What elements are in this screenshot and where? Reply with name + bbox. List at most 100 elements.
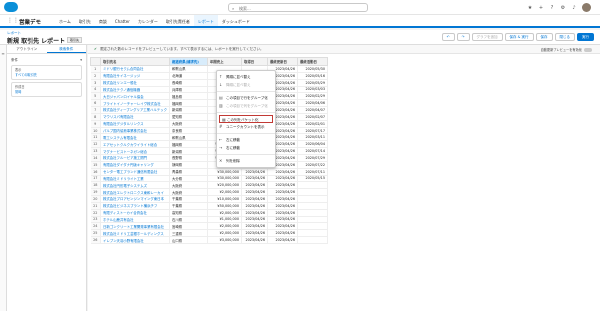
cell-account-name[interactable]: 株式会社ビジネスプラント横浜チフ (100, 202, 170, 210)
tab-outline[interactable]: アウトライン (7, 45, 47, 53)
column-header-annual-revenue[interactable]: 年間売上 (206, 57, 242, 66)
nav-item-accounts[interactable]: 取引先 (75, 15, 95, 28)
cell-account-name[interactable]: 株式会社フルーピア施工関門 (100, 154, 170, 162)
cell-account-name[interactable]: 株式会社エレクトロニクス東和レーカイ (100, 188, 170, 197)
nav-item-home[interactable]: ホーム (55, 15, 75, 28)
table-row[interactable]: 15有限会社ダイダナ円版キャリング静岡県¥50,000,0002023/04/2… (90, 161, 328, 169)
run-button[interactable]: 実行 (577, 33, 594, 41)
cell-account-name[interactable]: 有限ディストーカイ合資会社 (100, 209, 170, 217)
table-row[interactable]: 5 大日ジャパンロイヤル協会 福島県 2023/04/26 2020/02/29 (90, 92, 328, 101)
menu-item-group-rows[interactable]: ▤ この項目で行をグループ化 (217, 94, 275, 102)
filter-value: 常時 (15, 89, 22, 94)
menu-item-sort-ascending[interactable]: ↑ 昇順に並べ替え (217, 73, 275, 81)
table-row[interactable]: 6 ブライトイノーチャーレイヴ株式会社 福岡県 2023/04/26 2020/04/0… (90, 99, 328, 108)
app-launcher-icon[interactable]: ⋮⋮ (7, 18, 19, 24)
nav-item-chatter[interactable]: Chatter (111, 15, 134, 28)
cell-account-name[interactable]: 株式会社プロアセンジンマイング東日本 (100, 195, 170, 203)
table-row[interactable]: 21 株式会社ビジネスプラント横浜チフ 千葉県 ¥50,000,000 2023/04/… (90, 202, 328, 210)
cell-account-name[interactable]: エアセットクルクカウイライト総合 (100, 140, 170, 149)
cell-billing-state: 宮崎県 (169, 222, 208, 231)
cell-account-name[interactable]: パルプ国内協賛事業株式会社 (100, 127, 170, 135)
cell-account-name[interactable]: ホテル山鹿共有会社 (100, 216, 170, 224)
menu-item-bucket-column[interactable]: ▦ この列をバケット化 (219, 115, 273, 123)
table-row[interactable]: 22 有限ディストーカイ合資会社 高知県 ¥2,000,000 2023/04/26 20… (90, 209, 328, 217)
cell-account-name[interactable]: 株式会社ディープングリア工業ハルテック (100, 106, 170, 114)
save-run-button[interactable]: 保存 & 実行 (504, 33, 534, 41)
table-row[interactable]: 26 イレブン天羽小野有限会社 山口県 ¥3,000,000 2023/04/26 202… (90, 236, 328, 244)
bell-icon[interactable]: ♪ (571, 5, 577, 11)
fields-icon[interactable]: ≡ (0, 51, 6, 56)
add-chart-button[interactable]: グラフを追加 (471, 33, 503, 41)
undo-button[interactable]: ↶ (441, 33, 455, 41)
table-row[interactable]: 11 電工システム有限会社 和歌山県 2023/04/26 2020/03/11 (90, 133, 328, 142)
cell-account-name[interactable]: マグナービストーネガン総合 (100, 147, 170, 155)
table-row[interactable]: 7 株式会社ディープングリア工業ハルテック 新潟県 2023/04/26 2020/04… (90, 106, 328, 114)
avatar[interactable] (582, 3, 591, 12)
save-button[interactable]: 保存 (535, 33, 553, 41)
cell-account-name[interactable]: 株式会社リンエ一般社 (100, 79, 170, 87)
menu-item-unique-count[interactable]: # ユニークカウントを表示 (217, 123, 275, 131)
table-row[interactable]: 10 パルプ国内協賛事業株式会社 奈良県 2023/04/26 2020/07/17 (90, 127, 328, 135)
cell-account-name[interactable]: 有限会社ダイダナ円版キャリング (100, 161, 170, 169)
cell-index: 13 (90, 147, 101, 155)
table-row[interactable]: 4 株式会社テクノ通信機器 兵庫県 2023/04/26 2020/03/03 (90, 86, 328, 94)
search-input[interactable]: ⌕ 検索... (228, 3, 368, 12)
nav-item-opportunities[interactable]: 商談 (95, 15, 111, 28)
column-header-last-activity[interactable]: 最終活動日 (296, 57, 328, 66)
nav-item-calendar[interactable]: カレンダー (134, 15, 162, 28)
nav-item-reports[interactable]: レポート (193, 15, 218, 28)
table-row[interactable]: 16 センター電工ブランド通信有限会社 青森県 ¥30,000,000 2023/04/… (90, 168, 328, 176)
menu-item-move-right[interactable]: → 右に移動 (217, 144, 275, 152)
table-row[interactable]: 2 有限会社サイネージッジ 北海道 2023/04/26 2020/05/16 (90, 72, 328, 80)
table-row[interactable]: 12エアセットクルクカウイライト総合福岡県¥100,000,0002023/04… (90, 140, 328, 149)
nav-item-dashboards[interactable]: ダッシュボード (218, 15, 254, 28)
cell-account-name[interactable]: 有限会社サイネージッジ (100, 72, 170, 80)
table-row[interactable]: 23 ホテル山鹿共有会社 石川県 ¥1,000,000 2023/04/26 2023/0… (90, 216, 328, 224)
nav-item-contacts[interactable]: 取引先責任者 (162, 15, 194, 28)
close-button[interactable]: 閉じる (554, 33, 575, 41)
cell-account-name[interactable]: イレブン天羽小野有限会社 (100, 236, 170, 244)
cell-account-name[interactable]: 有限会社デジタルリンクス (100, 120, 170, 128)
cell-account-name[interactable]: ミドリ銀行セクム合同会社 (100, 65, 170, 73)
tab-filters[interactable]: 検索条件 (46, 45, 86, 53)
table-row[interactable]: 14株式会社フルーピア施工関門長野県¥100,000,0002023/04/26… (90, 154, 328, 162)
cell-account-name[interactable]: 株式会社テクノ通信機器 (100, 86, 170, 94)
menu-item-remove-column[interactable]: ✕ 列を削除 (217, 157, 275, 165)
cell-account-name[interactable]: 有限会社ミドリライト工業 (100, 175, 170, 183)
cell-account-name[interactable]: センター電工ブランド通信有限会社 (100, 168, 170, 176)
table-row[interactable]: 24 日新ゴンクリート工業開発事業有限会社 宮崎県 ¥2,000,000 2023/04… (90, 222, 328, 231)
table-row[interactable]: 18 株式会社円形電子システムズ 大阪府 ¥20,000,000 2023/04/26 2… (90, 181, 328, 190)
cell-account-name[interactable]: 電工システム有限会社 (100, 133, 170, 142)
menu-item-move-left[interactable]: ← 左に移動 (217, 136, 275, 144)
table-row[interactable]: 13マグナービストーネガン総合新潟県¥100,000,0002023/04/26… (90, 147, 328, 155)
gear-icon[interactable]: ⚙ (560, 5, 566, 11)
table-row[interactable]: 19 株式会社エレクトロニクス東和レーカイ 大阪府 ¥2,000,000 2023/04… (90, 188, 328, 197)
table-row[interactable]: 9 有限会社デジタルリンクス 大阪府 2023/04/26 2020/02/01 (90, 120, 328, 128)
favorites-icon[interactable]: ★ (527, 5, 533, 11)
column-header-last-modified[interactable]: 最終更新日 (266, 57, 298, 66)
cell-account-name[interactable]: 日新ゴンクリート工業開発事業有限会社 (100, 222, 170, 231)
table-row[interactable]: 1 ミドリ銀行セクム合同会社 和歌山県 2023/04/26 2020/05/30 (90, 65, 328, 73)
filter-item-show[interactable]: 表示 すべての取引先 (11, 65, 82, 80)
column-header-acquired-date[interactable]: 取得日 (240, 57, 268, 66)
table-row[interactable]: 25 株式会社ミドリ工芸銀ホールディングス 三重県 ¥2,000,000 2023/04… (90, 229, 328, 238)
salesforce-logo[interactable] (4, 2, 18, 12)
column-header-billing-state[interactable]: 都道府県(請求先) (168, 57, 208, 66)
cell-account-name[interactable]: マウリスパ有限会社 (100, 113, 170, 121)
table-row[interactable]: 8 マウリスパ有限会社 愛知県 2023/04/26 2020/02/07 (90, 113, 328, 121)
auto-preview-toggle[interactable] (584, 47, 592, 52)
column-header-account-name[interactable]: 取引先名 (100, 57, 170, 66)
add-icon[interactable]: + (538, 5, 544, 11)
cell-account-name[interactable]: 大日ジャパンロイヤル協会 (100, 92, 170, 101)
cell-account-name[interactable]: 株式会社ミドリ工芸銀ホールディングス (100, 229, 170, 238)
table-row[interactable]: 20 株式会社プロアセンジンマイング東日本 千葉県 ¥10,000,000 2023/0… (90, 195, 328, 203)
filter-dropdown-icon[interactable]: ▾ (80, 58, 82, 63)
redo-button[interactable]: ↷ (456, 33, 470, 41)
help-icon[interactable]: ? (549, 5, 555, 11)
table-row[interactable]: 3 株式会社リンエ一般社 長崎県 2023/04/26 2020/05/29 (90, 79, 328, 87)
cell-account-name[interactable]: ブライトイノーチャーレイヴ株式会社 (100, 99, 170, 108)
fields-rail[interactable]: ≡ (0, 45, 7, 311)
filter-item-created-date[interactable]: 作成日 常時 (11, 82, 82, 97)
cell-account-name[interactable]: 株式会社円形電子システムズ (100, 181, 170, 190)
table-row[interactable]: 17 有限会社ミドリライト工業 大分県 ¥30,000,000 2023/04/26 20… (90, 175, 328, 183)
